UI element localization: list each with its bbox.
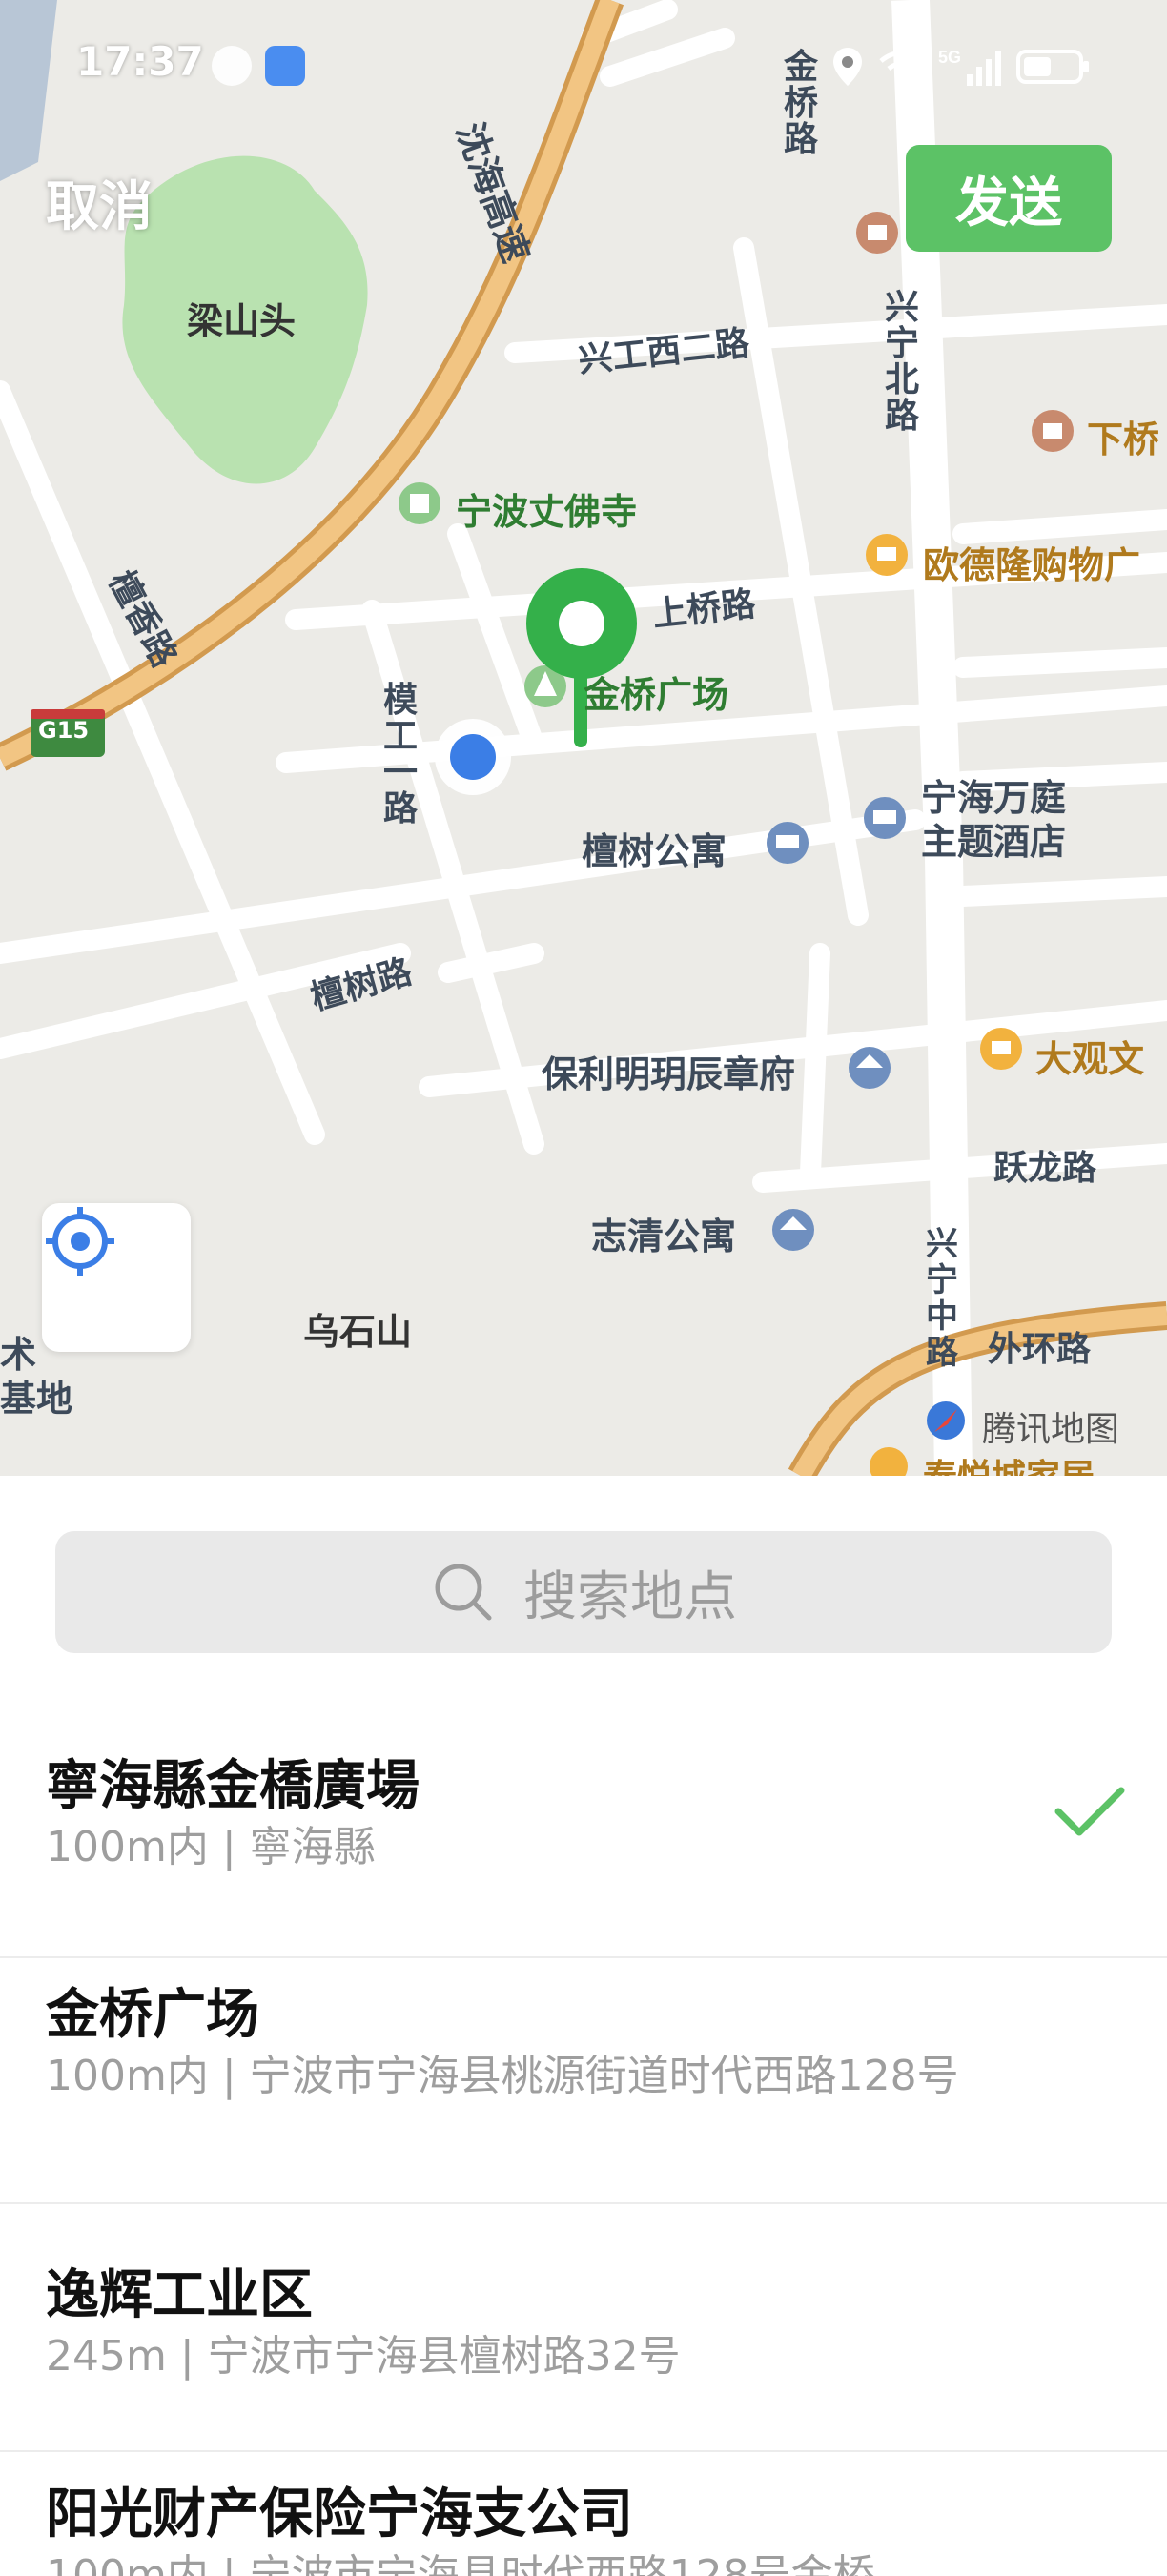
map-label-xiaqiao: 下桥 bbox=[1087, 419, 1160, 460]
sound-wave-icon bbox=[212, 46, 252, 86]
result-subtitle: 100m内 | 宁波市宁海县时代西路128号金桥 bbox=[46, 2551, 875, 2576]
map-label-daguan: 大观文 bbox=[1035, 1038, 1145, 1080]
map-label-jinqiao-plaza: 金桥广场 bbox=[584, 674, 729, 716]
result-subtitle: 245m | 宁波市宁海县檀树路32号 bbox=[46, 2332, 681, 2381]
map-label-wanting-hotel-line2: 主题酒店 bbox=[921, 821, 1067, 863]
result-item[interactable]: 阳光财产保险宁海支公司 100m内 | 宁波市宁海县时代西路128号金桥 bbox=[0, 2471, 1167, 2576]
map-label-zhiqing-apartment: 志清公寓 bbox=[591, 1216, 737, 1257]
result-subtitle: 100m内 | 寧海縣 bbox=[46, 1823, 376, 1871]
map-label-left-edge-2: 基地 bbox=[0, 1378, 73, 1420]
tencent-map-logo-text: 腾讯地图 bbox=[982, 1410, 1120, 1449]
map-label-xingning-zhong-lu: 兴宁中路 bbox=[926, 1225, 958, 1372]
search-placeholder: 搜索地点 bbox=[523, 1565, 737, 1628]
search-bar[interactable]: 搜索地点 bbox=[55, 1531, 1112, 1653]
results-sheet: 搜索地点 寧海縣金橋廣場 100m内 | 寧海縣 金桥广场 100m内 | 宁波… bbox=[0, 1476, 1167, 2576]
status-bar: 17:37 5G bbox=[0, 0, 1167, 133]
result-subtitle: 100m内 | 宁波市宁海县桃源街道时代西路128号 bbox=[46, 2052, 959, 2100]
locate-me-button[interactable] bbox=[42, 1203, 191, 1352]
divider bbox=[0, 1956, 1167, 1958]
result-item[interactable]: 寧海縣金橋廣場 100m内 | 寧海縣 bbox=[0, 1743, 1167, 1912]
svg-text:5G: 5G bbox=[938, 48, 961, 67]
locate-crosshair-icon bbox=[46, 1207, 114, 1276]
map-label-wushishan: 乌石山 bbox=[303, 1311, 413, 1353]
send-button[interactable]: 发送 bbox=[906, 145, 1112, 252]
result-item[interactable]: 金桥广场 100m内 | 宁波市宁海县桃源街道时代西路128号 bbox=[0, 1972, 1167, 2181]
result-title: 金桥广场 bbox=[46, 1984, 259, 2046]
map-label-tanshu-apartment: 檀树公寓 bbox=[582, 830, 727, 872]
message-app-icon bbox=[265, 46, 305, 86]
map-label-taiyuecheng: 泰悦城家居 bbox=[923, 1449, 1095, 1476]
divider bbox=[0, 2450, 1167, 2452]
map-label-g15: G15 bbox=[38, 717, 90, 744]
map-label-waihuan-lu: 外环路 bbox=[988, 1330, 1092, 1369]
result-title: 逸辉工业区 bbox=[46, 2264, 313, 2326]
search-icon bbox=[435, 1564, 492, 1621]
map-label-poly-mansion: 保利明玥辰章府 bbox=[542, 1053, 796, 1095]
map-label-xingning-bei-lu: 兴宁北路 bbox=[884, 288, 919, 436]
result-title: 寧海縣金橋廣場 bbox=[46, 1755, 420, 1817]
tencent-map-logo-icon bbox=[925, 1400, 967, 1441]
cancel-button[interactable]: 取消 bbox=[46, 164, 153, 241]
divider bbox=[0, 2202, 1167, 2204]
map-label-yuelong-lu: 跃龙路 bbox=[993, 1149, 1097, 1188]
map-label-mogong-lu: 模工一路 bbox=[382, 681, 418, 828]
selected-check-icon bbox=[1054, 1787, 1125, 1836]
map-label-wenfo-temple: 宁波丈佛寺 bbox=[456, 491, 638, 533]
result-item[interactable]: 逸辉工业区 245m | 宁波市宁海县檀树路32号 bbox=[0, 2252, 1167, 2423]
map-label-liangshantou: 梁山头 bbox=[187, 300, 297, 342]
result-title: 阳光财产保险宁海支公司 bbox=[46, 2484, 633, 2545]
map-label-oudelong-mall: 欧德隆购物广 bbox=[923, 544, 1141, 586]
map-view[interactable]: 梁山头 沈海高速 金桥路 兴工西二路 兴宁北路 下桥 宁波丈佛寺 欧德隆购物广 … bbox=[0, 0, 1167, 1476]
status-time: 17:37 bbox=[76, 38, 204, 85]
